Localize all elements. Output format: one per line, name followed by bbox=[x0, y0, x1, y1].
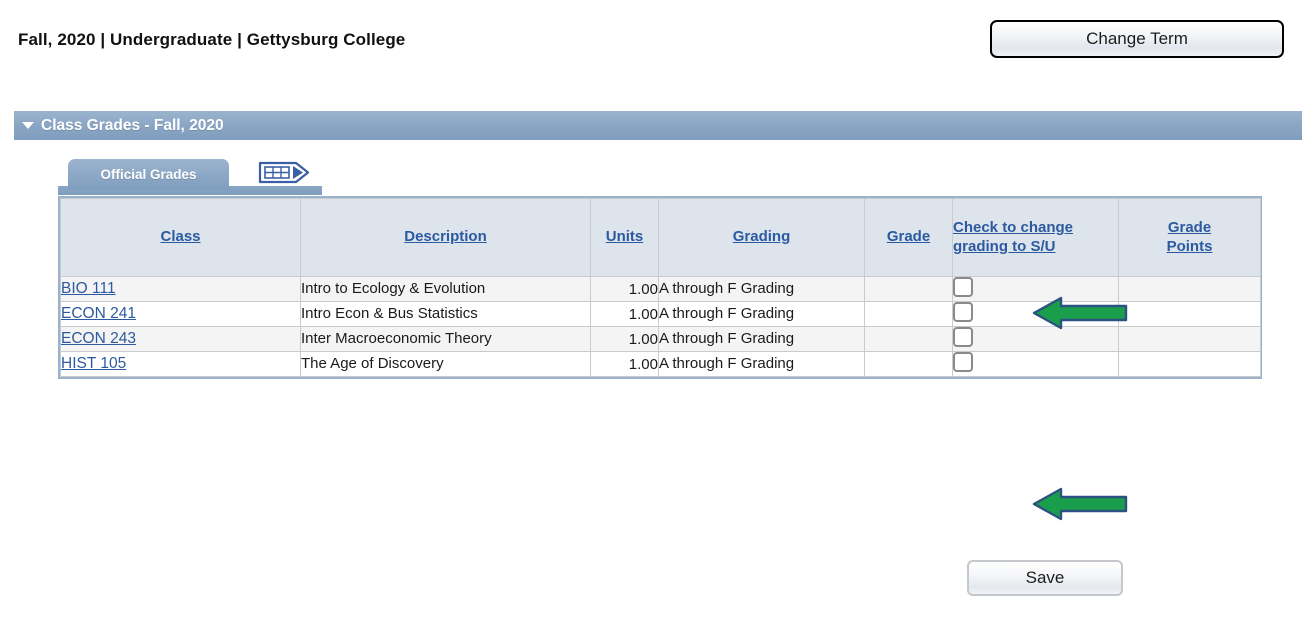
cell-class: HIST 105 bbox=[60, 351, 301, 377]
cell-units: 1.00 bbox=[590, 301, 659, 327]
table-row: HIST 105 The Age of Discovery 1.00 A throug… bbox=[60, 351, 1261, 377]
cell-grading: A through F Grading bbox=[658, 276, 865, 302]
section-header-title: Class Grades - Fall, 2020 bbox=[41, 116, 224, 134]
cell-grading: A through F Grading bbox=[658, 301, 865, 327]
column-header-check-su[interactable]: Check to change grading to S/U bbox=[952, 198, 1119, 277]
column-header-class[interactable]: Class bbox=[60, 198, 301, 277]
column-header-units[interactable]: Units bbox=[590, 198, 659, 277]
cell-description: Inter Macroeconomic Theory bbox=[300, 326, 591, 352]
cell-grade-points bbox=[1118, 301, 1261, 327]
cell-description: Intro Econ & Bus Statistics bbox=[300, 301, 591, 327]
grades-table-container: Class Description Units Grading Grade Ch… bbox=[58, 196, 1262, 379]
cell-grade bbox=[864, 351, 953, 377]
column-header-grade-link[interactable]: Grade bbox=[887, 228, 930, 246]
tab-official-grades[interactable]: Official Grades bbox=[68, 159, 229, 190]
column-header-grade[interactable]: Grade bbox=[864, 198, 953, 277]
su-checkbox[interactable] bbox=[953, 352, 973, 372]
cell-class: ECON 241 bbox=[60, 301, 301, 327]
grades-table: Class Description Units Grading Grade Ch… bbox=[60, 198, 1261, 377]
column-header-check-su-link[interactable]: Check to change grading to S/U bbox=[953, 219, 1118, 256]
cell-class: BIO 111 bbox=[60, 276, 301, 302]
cell-description: Intro to Ecology & Evolution bbox=[300, 276, 591, 302]
column-header-description[interactable]: Description bbox=[300, 198, 591, 277]
su-checkbox[interactable] bbox=[953, 327, 973, 347]
column-header-grading-link[interactable]: Grading bbox=[733, 228, 791, 246]
cell-grade bbox=[864, 326, 953, 352]
change-term-button[interactable]: Change Term bbox=[990, 20, 1284, 58]
table-header-row: Class Description Units Grading Grade Ch… bbox=[60, 198, 1261, 277]
save-button[interactable]: Save bbox=[967, 560, 1123, 596]
cell-description: The Age of Discovery bbox=[300, 351, 591, 377]
table-row: ECON 241 Intro Econ & Bus Statistics 1.00 A… bbox=[60, 301, 1261, 327]
cell-units: 1.00 bbox=[590, 276, 659, 302]
cell-grade bbox=[864, 276, 953, 302]
change-term-button-label: Change Term bbox=[1086, 29, 1188, 48]
cell-grade-points bbox=[1118, 351, 1261, 377]
cell-grading: A through F Grading bbox=[658, 351, 865, 377]
triangle-down-icon[interactable] bbox=[22, 122, 34, 129]
tab-strip: Official Grades bbox=[58, 159, 1262, 195]
class-link[interactable]: HIST 105 bbox=[61, 355, 126, 372]
column-header-class-link[interactable]: Class bbox=[160, 228, 200, 246]
cell-class: ECON 243 bbox=[60, 326, 301, 352]
cell-check-su bbox=[952, 301, 1119, 327]
cell-check-su bbox=[952, 276, 1119, 302]
su-checkbox[interactable] bbox=[953, 302, 973, 322]
table-row: ECON 243 Inter Macroeconomic Theory 1.00 A … bbox=[60, 326, 1261, 352]
table-row: BIO 111 Intro to Ecology & Evolution 1.00 A… bbox=[60, 276, 1261, 302]
tab-official-grades-label: Official Grades bbox=[100, 167, 197, 182]
column-header-grade-points[interactable]: Grade Points bbox=[1118, 198, 1261, 277]
column-header-description-link[interactable]: Description bbox=[404, 228, 487, 246]
cell-units: 1.00 bbox=[590, 351, 659, 377]
cell-check-su bbox=[952, 326, 1119, 352]
save-button-label: Save bbox=[1025, 568, 1065, 587]
cell-check-su bbox=[952, 351, 1119, 377]
su-checkbox[interactable] bbox=[953, 277, 973, 297]
cell-grade-points bbox=[1118, 326, 1261, 352]
column-header-units-link[interactable]: Units bbox=[606, 228, 644, 246]
class-link[interactable]: ECON 241 bbox=[61, 305, 136, 322]
cell-grade-points bbox=[1118, 276, 1261, 302]
green-arrow-icon bbox=[1030, 485, 1130, 523]
column-header-grade-points-link[interactable]: Grade Points bbox=[1155, 219, 1225, 256]
cell-grade bbox=[864, 301, 953, 327]
class-grades-section-header[interactable]: Class Grades - Fall, 2020 bbox=[14, 111, 1302, 140]
class-link[interactable]: ECON 243 bbox=[61, 330, 136, 347]
cell-units: 1.00 bbox=[590, 326, 659, 352]
grid-view-icon[interactable] bbox=[258, 160, 311, 185]
class-link[interactable]: BIO 111 bbox=[61, 280, 116, 297]
page-title: Fall, 2020 | Undergraduate | Gettysburg … bbox=[18, 30, 406, 49]
column-header-grading[interactable]: Grading bbox=[658, 198, 865, 277]
cell-grading: A through F Grading bbox=[658, 326, 865, 352]
